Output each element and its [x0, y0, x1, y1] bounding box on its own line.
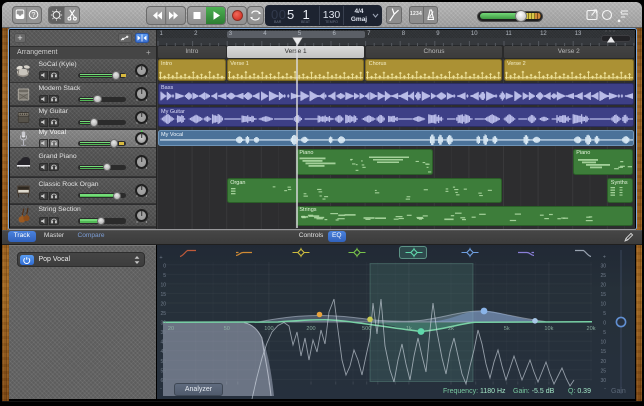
svg-text:5: 5	[163, 273, 166, 279]
svg-text:0: 0	[603, 321, 606, 327]
svg-text:1k: 1k	[406, 326, 412, 332]
svg-text:35: 35	[160, 330, 166, 336]
svg-text:-: -	[604, 386, 606, 392]
svg-text:5k: 5k	[504, 326, 510, 332]
svg-text:10: 10	[160, 282, 166, 288]
svg-text:100: 100	[264, 326, 273, 332]
svg-text:25: 25	[600, 368, 606, 374]
svg-text:20: 20	[160, 302, 166, 308]
svg-text:+: +	[159, 255, 162, 261]
svg-text:50: 50	[160, 359, 166, 365]
svg-text:50: 50	[224, 326, 230, 332]
svg-text:-: -	[160, 386, 162, 392]
svg-text:30: 30	[600, 378, 606, 384]
svg-text:15: 15	[600, 349, 606, 355]
svg-text:25: 25	[600, 273, 606, 279]
svg-text:10: 10	[600, 302, 606, 308]
svg-text:15: 15	[160, 292, 166, 298]
svg-text:30: 30	[160, 321, 166, 327]
svg-text:+: +	[603, 255, 606, 261]
svg-text:20: 20	[600, 282, 606, 288]
svg-text:5: 5	[603, 330, 606, 336]
svg-text:30: 30	[600, 263, 606, 269]
svg-text:25: 25	[160, 311, 166, 317]
svg-text:45: 45	[160, 349, 166, 355]
svg-text:55: 55	[160, 368, 166, 374]
svg-text:20: 20	[168, 326, 174, 332]
svg-text:200: 200	[306, 326, 315, 332]
svg-text:500: 500	[362, 326, 371, 332]
svg-text:20k: 20k	[586, 326, 595, 332]
svg-text:0: 0	[163, 263, 166, 269]
svg-text:15: 15	[600, 292, 606, 298]
svg-text:10: 10	[600, 340, 606, 346]
svg-text:20: 20	[600, 359, 606, 365]
svg-text:10k: 10k	[544, 326, 553, 332]
svg-text:60: 60	[160, 378, 166, 384]
svg-text:40: 40	[160, 340, 166, 346]
svg-text:5: 5	[603, 311, 606, 317]
svg-text:2k: 2k	[448, 326, 454, 332]
svg-text:?: ?	[32, 12, 36, 19]
